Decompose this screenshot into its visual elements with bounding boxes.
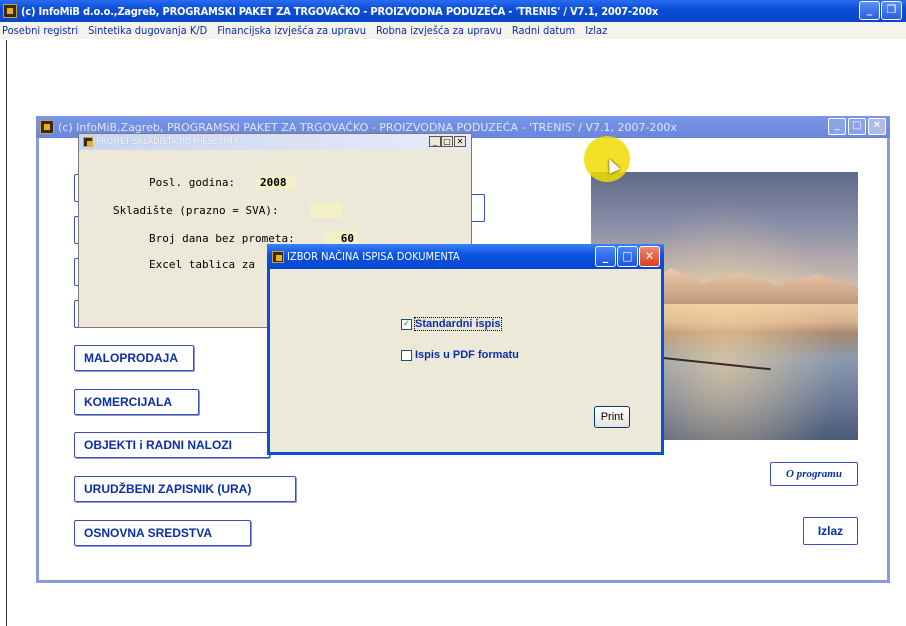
- skladiste-label: Skladište (prazno = SVA):: [113, 204, 279, 217]
- menu-robna[interactable]: Robna izvješća za upravu: [376, 24, 502, 37]
- pdf-ispis-label: Ispis u PDF formatu: [415, 349, 519, 361]
- minimize-icon[interactable]: _: [429, 136, 441, 147]
- window-icon: [272, 250, 284, 263]
- godina-label: Posl. godina:: [149, 176, 236, 189]
- osnovna-sredstva-button[interactable]: OSNOVNA SREDSTVA: [74, 520, 251, 546]
- print-button[interactable]: Print: [594, 406, 630, 428]
- app-titlebar: (c) InfoMiB d.o.o.,Zagreb, PROGRAMSKI PA…: [0, 0, 906, 22]
- izbor-dialog: IZBOR NAČINA ISPISA DOKUMENTA _ □ ✕ ✓ St…: [267, 244, 664, 455]
- godina-field[interactable]: 2008: [257, 175, 295, 190]
- maximize-icon[interactable]: □: [441, 136, 453, 147]
- menu-financijska[interactable]: Financijska izvješća za upravu: [217, 24, 366, 37]
- close-icon[interactable]: ✕: [454, 136, 466, 147]
- checkbox-checked-icon[interactable]: ✓: [401, 318, 412, 330]
- objekti-radni-nalozi-button[interactable]: OBJEKTI i RADNI NALOZI: [74, 432, 270, 458]
- maloprodaja-button[interactable]: MALOPRODAJA: [74, 345, 194, 371]
- close-icon[interactable]: ✕: [868, 118, 886, 135]
- standardni-ispis-option[interactable]: ✓ Standardni ispis: [401, 317, 502, 331]
- minimize-icon[interactable]: _: [595, 246, 616, 267]
- menu-radni-datum[interactable]: Radni datum: [512, 24, 575, 37]
- promet-dialog-title: PROMET SKLADIŠTA PO MJESECIMA: [96, 137, 239, 147]
- komercijala-button[interactable]: KOMERCIJALA: [74, 389, 199, 415]
- izbor-dialog-titlebar: IZBOR NAČINA ISPISA DOKUMENTA _ □ ✕: [267, 244, 664, 269]
- app-title: (c) InfoMiB d.o.o.,Zagreb, PROGRAMSKI PA…: [21, 4, 659, 18]
- restore-icon[interactable]: ❐: [881, 1, 902, 20]
- window-icon: [83, 137, 93, 147]
- main-window-title: (c) InfoMiB,Zagreb, PROGRAMSKI PAKET ZA …: [58, 120, 677, 134]
- excel-label: Excel tablica za: [149, 258, 255, 271]
- menu-izlaz[interactable]: Izlaz: [585, 24, 607, 37]
- minimize-icon[interactable]: _: [828, 118, 846, 135]
- checkbox-icon[interactable]: [401, 349, 412, 361]
- exit-button[interactable]: Izlaz: [803, 517, 858, 545]
- menu-posebni-registri[interactable]: Posebni registri: [2, 24, 78, 37]
- pdf-ispis-option[interactable]: Ispis u PDF formatu: [401, 349, 519, 361]
- promet-dialog-titlebar: PROMET SKLADIŠTA PO MJESECIMA _ □ ✕: [79, 134, 471, 150]
- close-icon[interactable]: ✕: [639, 246, 660, 267]
- menu-bar: Posebni registri Sintetika dugovanja K/D…: [0, 22, 906, 39]
- app-icon: [3, 4, 17, 18]
- maximize-icon[interactable]: □: [848, 118, 866, 135]
- minimize-icon[interactable]: _: [859, 1, 880, 20]
- skladiste-field[interactable]: [310, 203, 342, 218]
- maximize-icon[interactable]: □: [617, 246, 638, 267]
- izbor-dialog-title: IZBOR NAČINA ISPISA DOKUMENTA: [287, 250, 460, 263]
- urudzbeni-zapisnik-button[interactable]: URUDŽBENI ZAPISNIK (URA): [74, 476, 296, 502]
- about-button[interactable]: O programu: [770, 462, 858, 486]
- menu-sintetika[interactable]: Sintetika dugovanja K/D: [88, 24, 207, 37]
- standardni-ispis-label: Standardni ispis: [414, 317, 502, 331]
- frame-edge: [6, 40, 7, 626]
- window-icon: [40, 120, 54, 134]
